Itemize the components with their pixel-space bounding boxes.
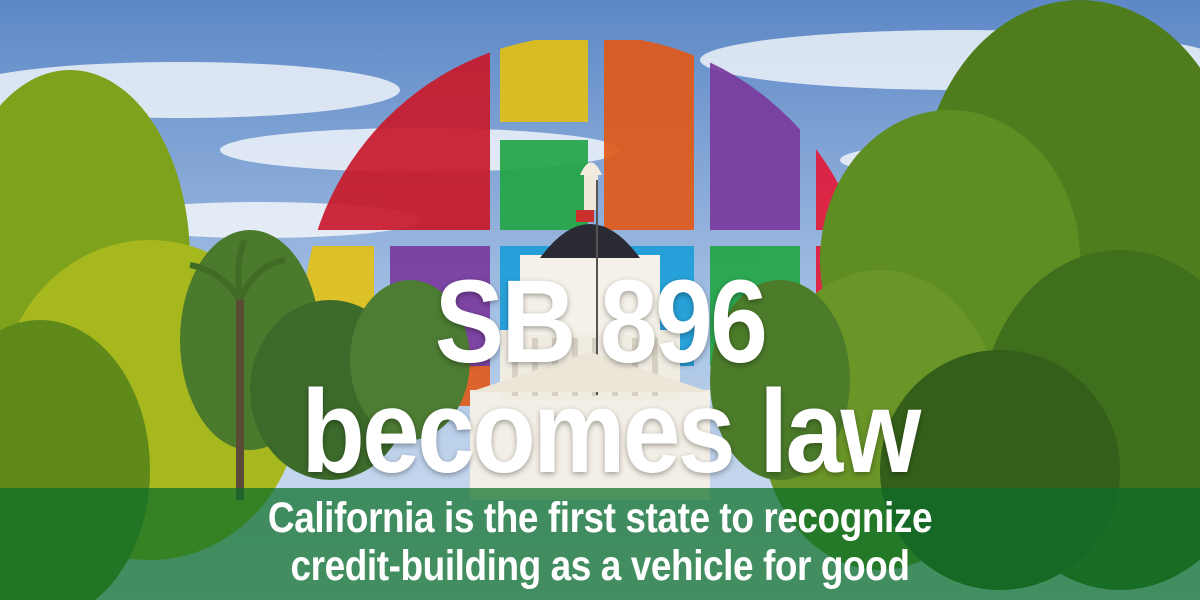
headline-line-1: SB 896 [434, 256, 768, 388]
subtitle-line-2: credit-building as a vehicle for good [290, 542, 910, 590]
subtitle-line-1: California is the first state to recogni… [267, 494, 933, 542]
headline-line-2: becomes law [301, 366, 921, 498]
